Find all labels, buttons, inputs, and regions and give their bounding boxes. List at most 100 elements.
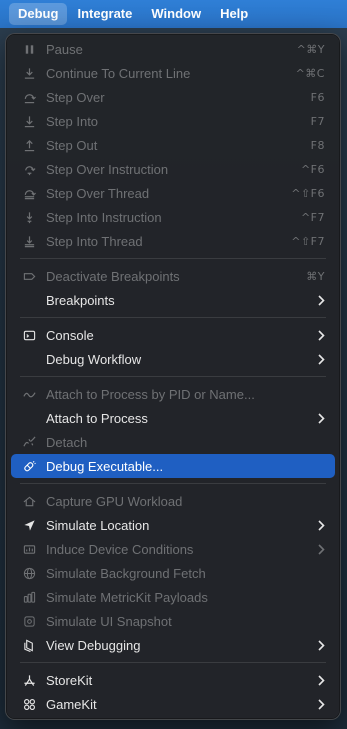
step-over-thread-icon — [22, 186, 36, 200]
menu-item-label: GameKit — [46, 696, 97, 712]
menubar-debug[interactable]: Debug — [9, 3, 68, 25]
step-over-icon — [22, 90, 36, 104]
menu-item-step-into[interactable]: Step Into F7 — [11, 109, 335, 133]
menubar-help[interactable]: Help — [211, 3, 257, 25]
menu-item-attach-to-process[interactable]: Attach to Process — [11, 406, 335, 430]
menu-item-label: Console — [46, 327, 94, 343]
globe-icon — [22, 566, 36, 580]
menu-item-simulate-location[interactable]: Simulate Location — [11, 513, 335, 537]
attach-process-icon — [22, 387, 36, 401]
chevron-right-icon — [317, 329, 325, 341]
chevron-right-icon — [317, 412, 325, 424]
ui-snapshot-icon — [22, 614, 36, 628]
menu-item-label: Pause — [46, 41, 83, 57]
shortcut-label: ^⌘C — [295, 66, 325, 80]
menu-item-pause[interactable]: Pause ^⌘Y — [11, 37, 335, 61]
chevron-right-icon — [317, 353, 325, 365]
menu-item-label: Deactivate Breakpoints — [46, 268, 180, 284]
menu-item-step-into-instruction[interactable]: Step Into Instruction ^F7 — [11, 205, 335, 229]
menu-item-label: Continue To Current Line — [46, 65, 191, 81]
menu-item-debug-workflow[interactable]: Debug Workflow — [11, 347, 335, 371]
menubar-window[interactable]: Window — [142, 3, 210, 25]
menu-item-label: Step Over Instruction — [46, 161, 169, 177]
menu-item-detach[interactable]: Detach — [11, 430, 335, 454]
menu-item-induce-device-conditions[interactable]: Induce Device Conditions — [11, 537, 335, 561]
menu-item-label: Simulate Location — [46, 517, 150, 533]
capture-gpu-icon — [22, 494, 36, 508]
menu-item-label: Step Into Thread — [46, 233, 143, 249]
menu-item-label: Debug Executable... — [46, 458, 164, 474]
chevron-right-icon — [317, 698, 325, 710]
menu-item-label: Step Out — [46, 137, 98, 153]
detach-icon — [22, 435, 36, 449]
menu-item-label: Step Over — [46, 89, 105, 105]
shortcut-label: ^⌘Y — [296, 42, 325, 56]
menu-item-storekit[interactable]: StoreKit — [11, 668, 335, 692]
menu-item-capture-gpu-workload[interactable]: Capture GPU Workload — [11, 489, 335, 513]
menu-item-step-out[interactable]: Step Out F8 — [11, 133, 335, 157]
menu-item-view-debugging[interactable]: View Debugging — [11, 633, 335, 657]
menu-item-label: Step Into — [46, 113, 99, 129]
shortcut-label: ^⇧F7 — [291, 234, 325, 248]
menu-item-label: Debug Workflow — [46, 351, 142, 367]
menu-item-breakpoints[interactable]: Breakpoints — [11, 288, 335, 312]
menu-item-debug-executable[interactable]: Debug Executable... — [11, 454, 335, 478]
storekit-icon — [22, 673, 36, 687]
menu-separator — [20, 371, 326, 382]
chevron-right-icon — [317, 543, 325, 555]
menu-item-label: View Debugging — [46, 637, 141, 653]
menu-item-simulate-ui-snapshot[interactable]: Simulate UI Snapshot — [11, 609, 335, 633]
breakpoint-icon — [22, 269, 36, 283]
shortcut-label: ^⇧F6 — [291, 186, 325, 200]
chevron-right-icon — [317, 674, 325, 686]
menu-item-deactivate-breakpoints[interactable]: Deactivate Breakpoints ⌘Y — [11, 264, 335, 288]
menu-bar: Debug Integrate Window Help — [0, 0, 347, 28]
chevron-right-icon — [317, 639, 325, 651]
menu-item-attach-by-pid[interactable]: Attach to Process by PID or Name... — [11, 382, 335, 406]
view-debugging-icon — [22, 638, 36, 652]
menu-item-simulate-metrickit[interactable]: Simulate MetricKit Payloads — [11, 585, 335, 609]
menu-item-simulate-background-fetch[interactable]: Simulate Background Fetch — [11, 561, 335, 585]
shortcut-label: ⌘Y — [306, 269, 325, 283]
console-icon — [22, 328, 36, 342]
menu-item-step-over-thread[interactable]: Step Over Thread ^⇧F6 — [11, 181, 335, 205]
location-arrow-icon — [22, 518, 36, 532]
step-out-icon — [22, 138, 36, 152]
gamekit-icon — [22, 697, 36, 711]
shortcut-label: F6 — [310, 90, 325, 104]
menu-item-gamekit[interactable]: GameKit — [11, 692, 335, 716]
menu-separator — [20, 478, 326, 489]
shortcut-label: F8 — [310, 138, 325, 152]
step-into-thread-icon — [22, 234, 36, 248]
menu-item-label: Simulate UI Snapshot — [46, 613, 172, 629]
continue-to-line-icon — [22, 66, 36, 80]
menu-item-label: Step Into Instruction — [46, 209, 162, 225]
chevron-right-icon — [317, 294, 325, 306]
debug-executable-icon — [22, 459, 36, 473]
menu-item-label: Detach — [46, 434, 88, 450]
step-into-icon — [22, 114, 36, 128]
shortcut-label: F7 — [310, 114, 325, 128]
menu-item-label: Simulate MetricKit Payloads — [46, 589, 208, 605]
menu-separator — [20, 657, 326, 668]
debug-menu: Pause ^⌘Y Continue To Current Line ^⌘C S… — [5, 33, 341, 720]
metrickit-icon — [22, 590, 36, 604]
menu-separator — [20, 253, 326, 264]
menu-item-label: Breakpoints — [46, 292, 115, 308]
menu-item-step-over[interactable]: Step Over F6 — [11, 85, 335, 109]
menu-item-label: Induce Device Conditions — [46, 541, 194, 557]
shortcut-label: ^F6 — [300, 162, 325, 176]
menu-item-console[interactable]: Console — [11, 323, 335, 347]
menu-item-continue-to-current-line[interactable]: Continue To Current Line ^⌘C — [11, 61, 335, 85]
device-conditions-icon — [22, 542, 36, 556]
shortcut-label: ^F7 — [300, 210, 325, 224]
chevron-right-icon — [317, 519, 325, 531]
step-into-instruction-icon — [22, 210, 36, 224]
menu-item-label: Simulate Background Fetch — [46, 565, 206, 581]
menu-item-label: StoreKit — [46, 672, 93, 688]
pause-icon — [22, 42, 36, 56]
menu-item-step-into-thread[interactable]: Step Into Thread ^⇧F7 — [11, 229, 335, 253]
menu-item-label: Attach to Process — [46, 410, 148, 426]
menu-item-step-over-instruction[interactable]: Step Over Instruction ^F6 — [11, 157, 335, 181]
menubar-integrate[interactable]: Integrate — [68, 3, 141, 25]
